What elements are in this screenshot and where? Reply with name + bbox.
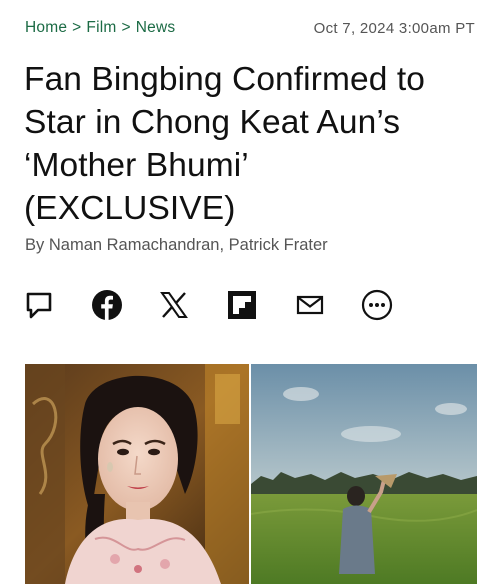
- publish-date: Oct 7, 2024 3:00am PT: [313, 19, 475, 37]
- breadcrumb-separator: >: [121, 19, 131, 36]
- article-headline: Fan Bingbing Confirmed to Star in Chong …: [24, 58, 484, 230]
- flipboard-icon[interactable]: [223, 285, 261, 325]
- x-icon[interactable]: [155, 285, 193, 325]
- author-link[interactable]: Naman Ramachandran: [49, 236, 220, 254]
- breadcrumb-film-link[interactable]: Film: [86, 19, 116, 37]
- article-header-bar: Home > Film > News Oct 7, 2024 3:00am PT: [25, 16, 475, 40]
- author-separator: ,: [219, 236, 225, 254]
- byline-prefix: By: [25, 236, 45, 254]
- comment-icon[interactable]: [20, 285, 58, 325]
- byline: By Naman Ramachandran, Patrick Frater: [25, 236, 328, 255]
- breadcrumb-separator: >: [72, 19, 82, 36]
- article-image-strip: [25, 364, 477, 584]
- field-scene-photo[interactable]: [251, 364, 477, 584]
- facebook-icon[interactable]: [88, 285, 126, 325]
- more-icon[interactable]: [358, 285, 396, 325]
- share-bar: [20, 285, 400, 325]
- email-icon[interactable]: [291, 285, 329, 325]
- breadcrumb-home-link[interactable]: Home: [25, 19, 67, 37]
- headline-line: (EXCLUSIVE): [24, 190, 236, 227]
- headline-line: Fan Bingbing Confirmed to: [24, 61, 425, 98]
- breadcrumb-news-link[interactable]: News: [136, 19, 176, 37]
- portrait-photo[interactable]: [25, 364, 249, 584]
- headline-line: ‘Mother Bhumi’: [24, 147, 249, 184]
- author-link[interactable]: Patrick Frater: [229, 236, 328, 254]
- breadcrumb: Home > Film > News: [25, 19, 175, 37]
- headline-line: Star in Chong Keat Aun’s: [24, 104, 401, 141]
